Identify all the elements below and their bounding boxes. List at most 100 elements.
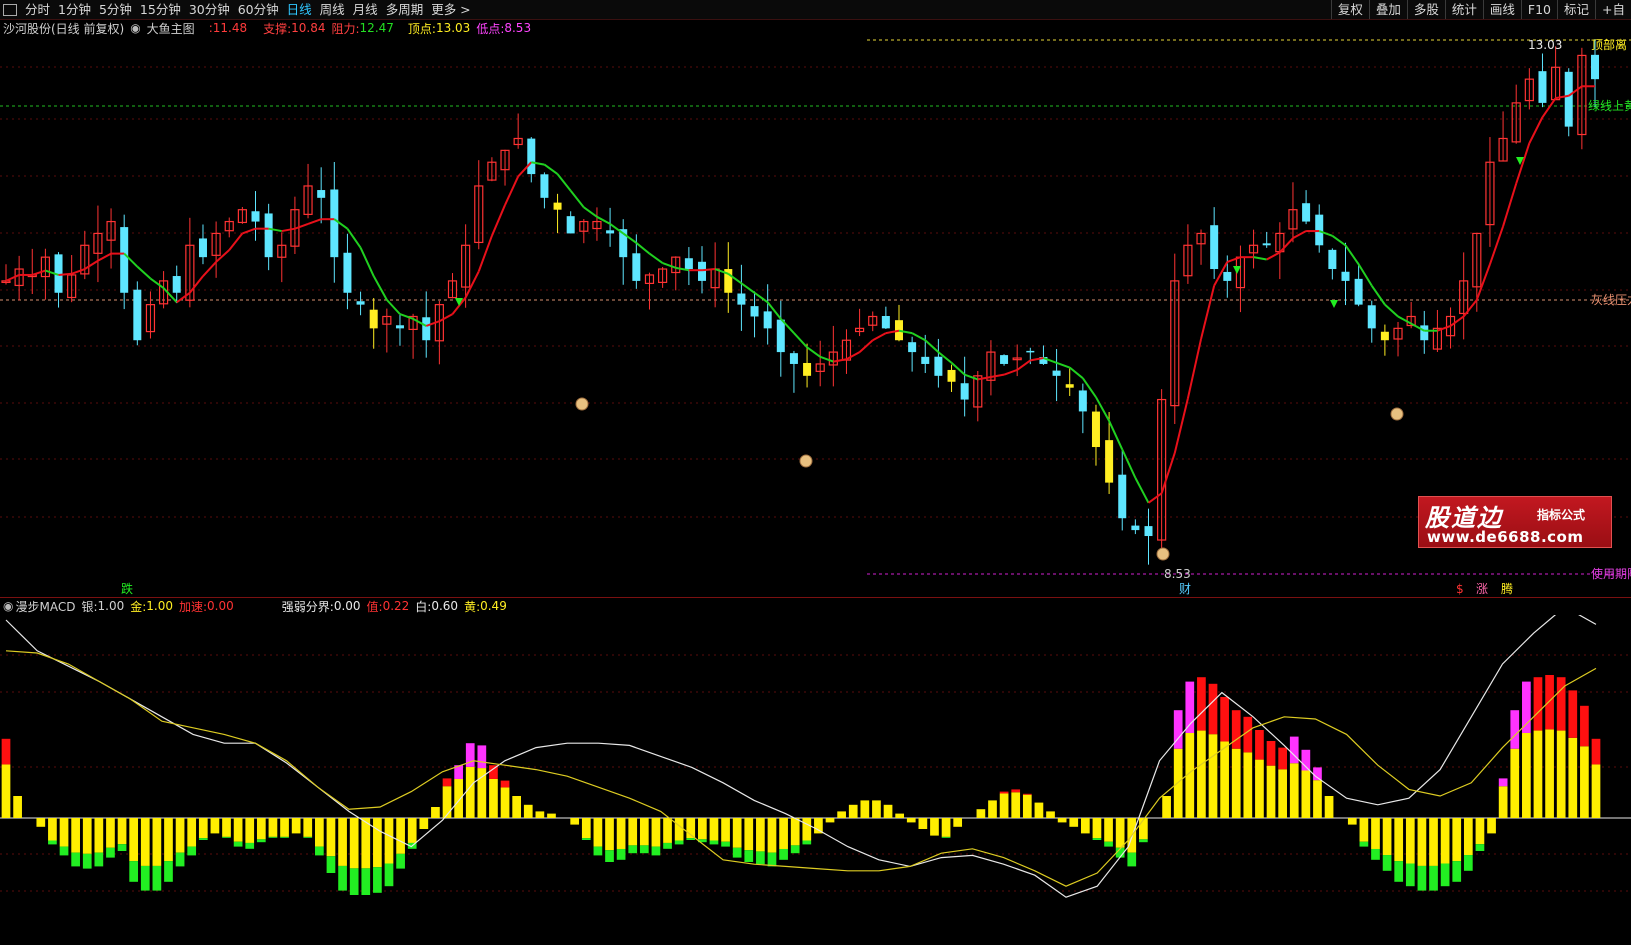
macd-bar-yellow-131 <box>1522 732 1531 818</box>
ma-segment-58 <box>753 291 769 304</box>
candle-body-9 <box>120 227 129 293</box>
toolbar-button-5[interactable]: F10 <box>1520 0 1557 19</box>
ma-segment-8 <box>97 252 112 262</box>
macd-bar-top-104 <box>1208 683 1218 735</box>
indicator-toggle-icon[interactable]: ◉ <box>130 21 140 35</box>
candles <box>1 39 1599 565</box>
macd-chart[interactable] <box>0 615 1631 945</box>
macd-bar-green-61 <box>709 840 719 845</box>
silver-value: 1.00 <box>97 599 125 613</box>
toolbar-button-3[interactable]: 统计 <box>1444 0 1483 19</box>
toolbar-button-4[interactable]: 画线 <box>1482 0 1521 19</box>
indicator-toggle-icon[interactable]: ◉ <box>3 599 13 613</box>
macd-bar-yellow-36 <box>419 818 429 829</box>
top-value: 13.03 <box>435 21 471 35</box>
white-value: 0.60 <box>431 599 459 613</box>
candle-body-52 <box>684 258 693 270</box>
panel-toggle-icon[interactable] <box>3 3 17 16</box>
macd-bar-yellow-38 <box>442 786 452 818</box>
sub-indicator-name[interactable]: 漫步MACD <box>15 598 75 615</box>
candle-body-84 <box>1105 440 1114 483</box>
candle-body-121 <box>1591 54 1599 80</box>
macd-bar-green-8 <box>94 852 104 867</box>
candle-body-67 <box>881 316 890 329</box>
ma-segment-116 <box>1515 142 1531 184</box>
macd-bar-yellow-45 <box>523 804 533 818</box>
candle-body-119 <box>1564 71 1573 127</box>
macd-bar-green-52 <box>605 850 614 862</box>
period-tab-10[interactable]: 更多 > <box>427 0 474 19</box>
candle-body-103 <box>1354 278 1363 305</box>
candle-body-86 <box>1131 525 1140 531</box>
candle-body-46 <box>606 230 615 234</box>
period-tab-2[interactable]: 5分钟 <box>95 0 136 19</box>
period-tab-5[interactable]: 60分钟 <box>234 0 283 19</box>
ma-segment-12 <box>149 277 165 289</box>
toolbar-button-1[interactable]: 叠加 <box>1368 0 1407 19</box>
macd-bar-yellow-14 <box>164 818 173 862</box>
macd-bar-green-20 <box>233 841 243 847</box>
gold-value: 1.00 <box>146 599 173 613</box>
period-tab-3[interactable]: 15分钟 <box>136 0 185 19</box>
main-chart-info: 沙河股份(日线 前复权) ◉ 大鱼主图 :11.48 支撑: 10.84 阻力:… <box>3 19 537 37</box>
indicator-name[interactable]: 大鱼主图 <box>147 20 195 37</box>
ma-segment-81 <box>1056 361 1071 369</box>
macd-bar-yellow-68 <box>790 818 800 846</box>
macd-bar-yellow-24 <box>280 818 289 837</box>
period-tab-1[interactable]: 1分钟 <box>54 0 95 19</box>
macd-bar-top-86 <box>999 791 1009 794</box>
resist-value: 12.47 <box>359 21 394 35</box>
resist-label: 阻力: <box>331 21 360 36</box>
ma-segment-115 <box>1502 183 1518 227</box>
ma-segment-28 <box>359 247 375 277</box>
period-tab-9[interactable]: 多周期 <box>382 0 428 19</box>
yellow-value: 0.49 <box>480 599 507 613</box>
macd-bar-top-0 <box>1 738 11 765</box>
down-arrow-icon-1 <box>1233 266 1241 274</box>
period-tab-0[interactable]: 分时 <box>21 0 54 19</box>
macd-bar-yellow-52 <box>605 818 614 851</box>
toolbar-button-2[interactable]: 多股 <box>1406 0 1445 19</box>
macd-bar-green-11 <box>129 861 139 882</box>
accel-label: 加速: <box>179 599 208 614</box>
macd-bar-yellow-30 <box>349 818 359 869</box>
period-tab-8[interactable]: 月线 <box>349 0 382 19</box>
macd-bar-yellow-67 <box>779 818 788 849</box>
period-tab-4[interactable]: 30分钟 <box>185 0 234 19</box>
candle-body-102 <box>1341 271 1350 281</box>
ma-segment-54 <box>701 268 716 272</box>
ma-segment-27 <box>346 228 362 249</box>
macd-bar-yellow-133 <box>1545 729 1554 818</box>
ma-segment-88 <box>1147 492 1163 504</box>
toolbar-button-7[interactable]: +自 <box>1595 0 1631 19</box>
toolbar-right-buttons: 复权 叠加 多股 统计 画线 F10 标记 +自 <box>1330 0 1631 19</box>
macd-bar-yellow-109 <box>1266 765 1276 818</box>
macd-bar-top-88 <box>1022 793 1032 795</box>
macd-bar-yellow-104 <box>1208 734 1218 818</box>
candle-body-43 <box>566 216 575 234</box>
macd-bar-green-15 <box>175 852 185 867</box>
candlestick-chart[interactable]: 13.03 顶部离绿线上黄灰线压力使用期限 8.53 跌 财 $ 涨腾 <box>0 37 1631 597</box>
macd-bar-yellow-77 <box>895 813 905 818</box>
sub-chart-info: ◉ 漫步MACD 银: 1.00 金: 1.00 加速: 0.00 强弱分界: … <box>3 597 513 615</box>
ma-segment-102 <box>1331 234 1347 247</box>
macd-bar-green-94 <box>1092 838 1102 840</box>
macd-bar-yellow-7 <box>82 818 92 854</box>
candle-body-56 <box>737 293 746 305</box>
macd-bar-yellow-84 <box>976 809 986 818</box>
macd-bar-green-120 <box>1394 861 1404 882</box>
strength-value: 0.00 <box>333 599 361 613</box>
macd-bar-green-63 <box>732 847 742 858</box>
macd-bar-green-17 <box>198 838 208 840</box>
period-tabs: 分时 1分钟 5分钟 15分钟 30分钟 60分钟 日线 周线 月线 多周期 更多 > <box>21 0 475 19</box>
candle-body-96 <box>1262 243 1271 246</box>
period-tab-7[interactable]: 周线 <box>316 0 349 19</box>
ma-segment-49 <box>635 242 651 255</box>
period-tab-6[interactable]: 日线 <box>283 0 316 19</box>
macd-bar-top-111 <box>1289 736 1299 764</box>
toolbar-button-6[interactable]: 标记 <box>1557 0 1595 19</box>
toolbar-button-0[interactable]: 复权 <box>1330 0 1369 19</box>
macd-bar-yellow-135 <box>1568 737 1578 818</box>
ma-segment-117 <box>1528 116 1544 144</box>
ma-segment-44 <box>569 190 585 208</box>
